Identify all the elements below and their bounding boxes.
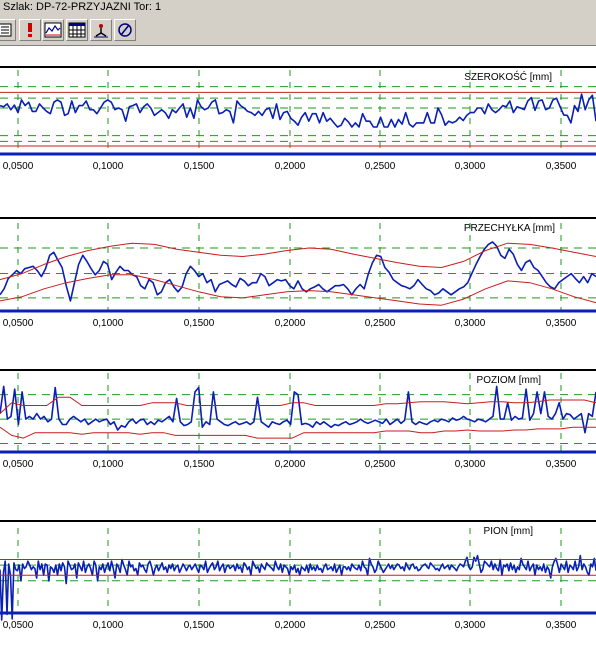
x-tick-label: 0,1500 <box>184 318 215 329</box>
x-tick-label: 0,2500 <box>365 318 396 329</box>
limit-series-line <box>0 426 596 439</box>
chart-panel-3: POZIOM [mm] 0,0500 0,1000 0,1500 0,2000 0,250… <box>0 369 596 470</box>
x-tick-label: 0,1500 <box>184 620 215 631</box>
chart-title: PION [mm] <box>484 526 534 537</box>
alert-button[interactable] <box>19 19 41 41</box>
x-tick-label: 0,1000 <box>93 318 124 329</box>
marker-button[interactable] <box>90 19 112 41</box>
chart-panel-1: SZEROKOŚĆ [mm] 0,0500 0,1000 0,1500 0,2000 0,… <box>0 66 596 172</box>
signal-series-line <box>0 385 596 434</box>
x-tick-label: 0,3500 <box>546 620 577 631</box>
x-tick-label: 0,3500 <box>546 459 577 470</box>
x-tick-label: 0,2000 <box>275 620 306 631</box>
x-tick-label: 0,1000 <box>93 620 124 631</box>
window-title-bar: Szlak: DP-72-PRZYJAZNI Tor: 1 <box>0 0 596 16</box>
chart-panel-2: PRZECHYŁKA [mm] 0,0500 0,1000 0,1500 0,2000 0… <box>0 217 596 329</box>
exclamation-icon <box>28 23 32 37</box>
table-view-button[interactable] <box>66 19 88 41</box>
x-tick-label: 0,1500 <box>184 161 215 172</box>
calendar-table-icon <box>68 22 86 38</box>
signal-series-line <box>0 93 596 128</box>
x-tick-label: 0,3000 <box>455 620 486 631</box>
x-tick-label: 0,2500 <box>365 161 396 172</box>
x-tick-label: 0,3500 <box>546 161 577 172</box>
chart-icon <box>44 22 62 38</box>
x-tick-label: 0,2500 <box>365 459 396 470</box>
x-tick-label: 0,1000 <box>93 161 124 172</box>
list-button[interactable] <box>0 19 16 41</box>
x-tick-label: 0,2000 <box>275 161 306 172</box>
chart-area: SZEROKOŚĆ [mm] 0,0500 0,1000 0,1500 0,2000 0,… <box>0 66 596 631</box>
window-title: Szlak: DP-72-PRZYJAZNI Tor: 1 <box>3 1 162 13</box>
x-tick-label: 0,0500 <box>3 459 34 470</box>
chart-panel-4: PION [mm] 0,0500 0,1000 0,1500 0,2000 0,2500 0… <box>0 520 596 631</box>
chart-title: SZEROKOŚĆ [mm] <box>464 70 552 83</box>
reset-button[interactable] <box>114 19 136 41</box>
limit-series-line <box>0 242 596 281</box>
chart-view-button[interactable] <box>42 19 64 41</box>
x-tick-label: 0,3000 <box>455 161 486 172</box>
chart-title: POZIOM [mm] <box>477 375 542 386</box>
list-icon <box>0 23 12 37</box>
x-tick-label: 0,3000 <box>455 318 486 329</box>
x-tick-label: 0,0500 <box>3 620 34 631</box>
limit-series-line <box>0 274 596 306</box>
toolbar <box>0 16 596 46</box>
x-tick-label: 0,0500 <box>3 161 34 172</box>
x-tick-label: 0,2000 <box>275 459 306 470</box>
chart-title: PRZECHYŁKA [mm] <box>464 223 555 234</box>
slashed-circle-icon <box>118 23 132 37</box>
x-tick-label: 0,1000 <box>93 459 124 470</box>
x-tick-label: 0,3500 <box>546 318 577 329</box>
x-tick-label: 0,1500 <box>184 459 215 470</box>
x-tick-label: 0,2500 <box>365 620 396 631</box>
x-tick-label: 0,3000 <box>455 459 486 470</box>
x-tick-label: 0,2000 <box>275 318 306 329</box>
marker-icon <box>94 24 108 38</box>
x-tick-label: 0,0500 <box>3 318 34 329</box>
